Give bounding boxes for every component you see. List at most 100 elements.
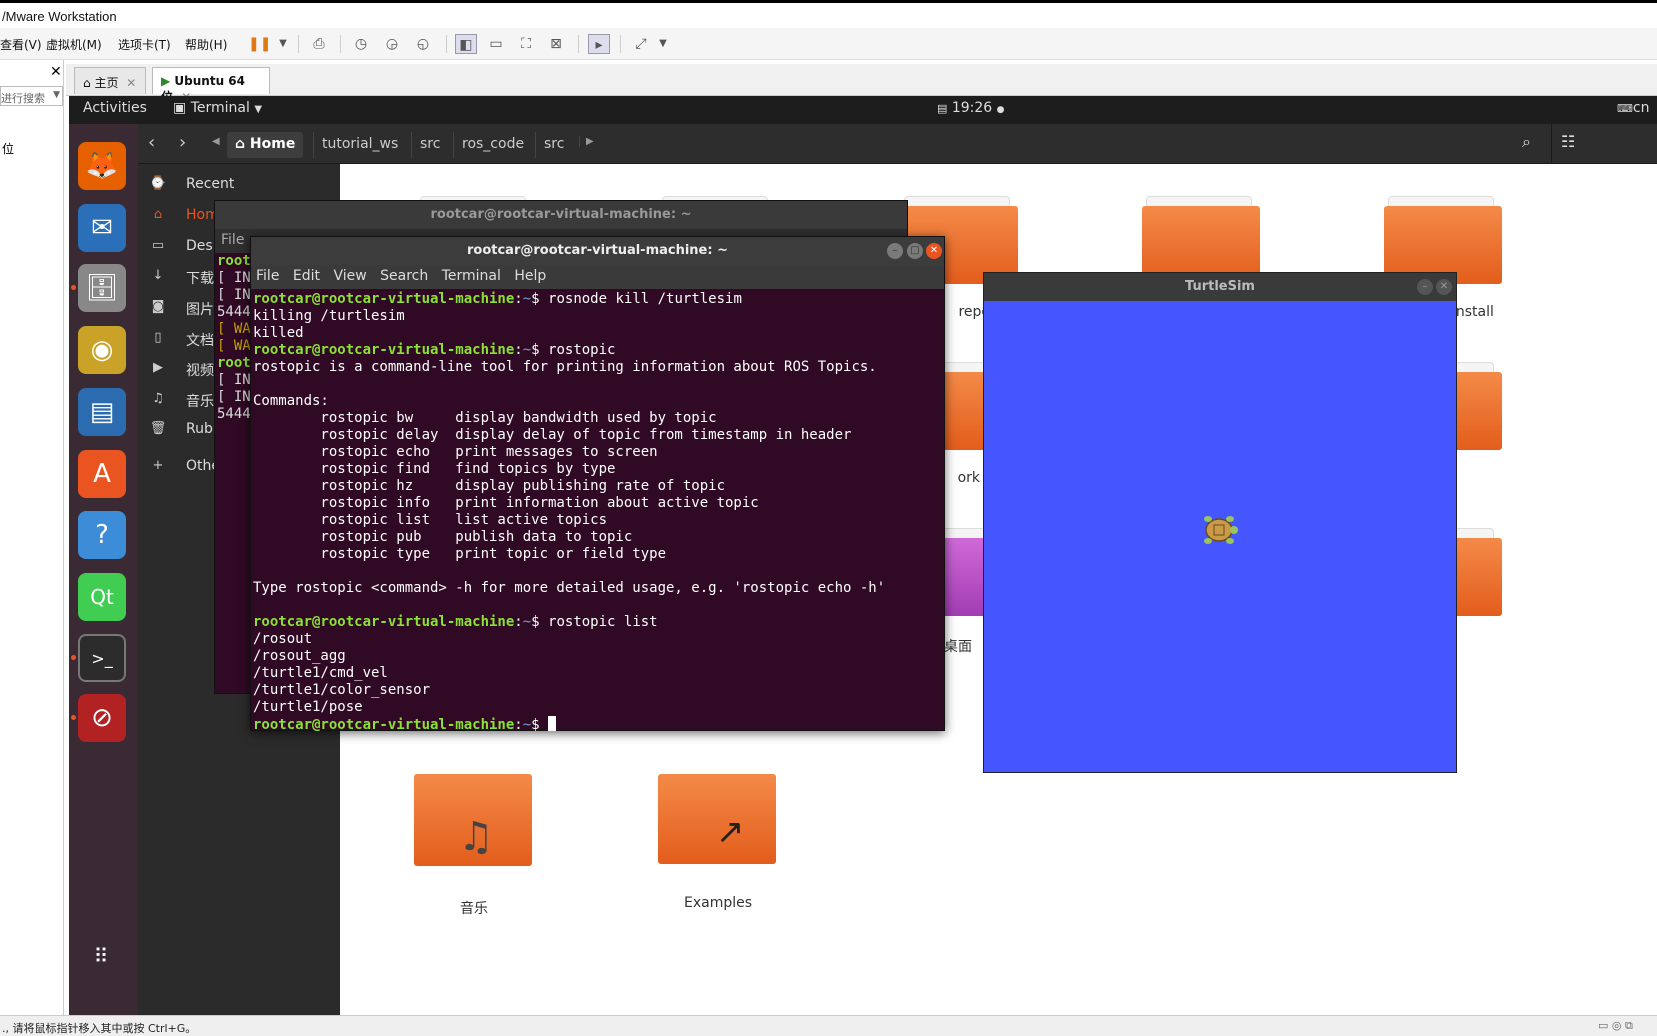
writer-icon[interactable]: ▤ <box>78 388 126 436</box>
crumb-ros-code[interactable]: ros_code <box>453 132 532 158</box>
stretch-dropdown-icon[interactable]: ▼ <box>652 34 674 54</box>
library-panel: ✕ 进行搜索 ▼ 位 <box>0 60 64 1015</box>
send-keys-icon[interactable]: ⎙ <box>308 34 330 54</box>
output-line: 5444 <box>217 304 251 320</box>
sidebar-item-label: 音乐 <box>186 394 214 410</box>
software-icon[interactable]: A <box>78 450 126 498</box>
show-applications-icon[interactable]: ⠿ <box>78 932 126 980</box>
rhythmbox-icon[interactable]: ◉ <box>78 326 126 374</box>
fullscreen-icon[interactable]: ⛶ <box>515 34 537 54</box>
crumb-home[interactable]: ⌂ Home <box>227 132 304 158</box>
menu-tabs[interactable]: 选项卡(T) <box>118 36 171 53</box>
menu-file[interactable]: File <box>256 268 279 284</box>
sidebar-item[interactable]: ⌚ Recent <box>138 170 340 200</box>
music-folder-icon[interactable]: ♫ <box>414 774 532 866</box>
output-line: Type rostopic <command> -h for more deta… <box>253 580 886 596</box>
toolbar-divider <box>340 35 341 53</box>
output-line: [ IN <box>217 372 251 388</box>
snapshot-manager-icon[interactable]: ◵ <box>412 34 434 54</box>
tab-ubuntu[interactable]: ▶ Ubuntu 64 位 ✕ <box>152 67 270 104</box>
menu-file[interactable]: File <box>221 232 244 248</box>
minimize-icon[interactable]: – <box>1417 279 1433 295</box>
dock: 🦊 ✉ 🗄 ◉ ▤ A? Qt >_ ⊘ ⠿ <box>69 124 138 1015</box>
terminal-menubar: File Edit View Search Terminal Help <box>251 265 944 289</box>
output-line: [ IN <box>217 389 251 405</box>
turtlesim-window[interactable]: TurtleSim – ✕ <box>983 272 1457 773</box>
qt-icon[interactable]: Qt <box>78 573 126 621</box>
chevron-down-icon[interactable]: ▼ <box>53 90 60 100</box>
turtlesim-titlebar: TurtleSim – ✕ <box>984 273 1456 301</box>
home-icon: ⌂ <box>83 76 91 90</box>
maximize-icon[interactable]: □ <box>907 243 923 259</box>
menu-search[interactable]: Search <box>380 268 428 284</box>
sidebar-item-icon: 🗑 <box>149 421 167 436</box>
folder-label: 音乐 <box>460 901 488 917</box>
sidebar-item-label: 视频 <box>186 363 214 379</box>
search-icon[interactable]: ⌕ <box>1522 132 1531 152</box>
topic-item: /turtle1/cmd_vel <box>253 665 388 681</box>
revert-snapshot-icon[interactable]: ◶ <box>381 34 403 54</box>
view-options-icon[interactable]: ☷ <box>1561 132 1575 151</box>
menu-edit[interactable]: Edit <box>293 268 320 284</box>
snapshot-icon[interactable]: ◷ <box>350 34 372 54</box>
folder-icon[interactable] <box>1142 196 1260 284</box>
command-row: rostopic pub publish data to topic <box>320 529 633 545</box>
terminal-window[interactable]: rootcar@rootcar-virtual-machine: ~ – □ ✕… <box>250 236 945 733</box>
device-status-icon[interactable]: ▭ ◎ ⧉ <box>1598 1019 1633 1033</box>
crumb-src-2[interactable]: src <box>535 132 572 158</box>
turtle-icon <box>1198 513 1240 551</box>
command-row: rostopic type print topic or field type <box>320 546 667 562</box>
thumbnail-view-icon[interactable]: ▭ <box>485 34 507 54</box>
close-icon[interactable]: ✕ <box>50 64 62 80</box>
crumb-scroll-right-icon[interactable]: ▶ <box>579 136 594 147</box>
files-icon[interactable]: 🗄 <box>78 264 126 312</box>
minimize-icon[interactable]: – <box>887 243 903 259</box>
thunderbird-icon[interactable]: ✉ <box>78 204 126 252</box>
menu-vm[interactable]: 虚拟机(M) <box>46 36 102 53</box>
back-icon[interactable]: ‹ <box>148 132 155 153</box>
running-indicator-icon <box>71 715 76 720</box>
command-line: rostopic <box>548 342 616 358</box>
close-icon[interactable]: ✕ <box>1436 279 1452 295</box>
app-menu[interactable]: ▣ Terminal ▼ <box>173 100 262 116</box>
clock[interactable]: ▤ 19:26 ● <box>937 100 1005 116</box>
output-line: root <box>217 253 251 269</box>
blocked-app-icon[interactable]: ⊘ <box>78 694 126 742</box>
close-icon[interactable]: ✕ <box>126 76 136 90</box>
app-menu-label: Terminal <box>190 100 250 116</box>
console-view-icon[interactable]: ▸ <box>588 34 610 54</box>
terminal-title: rootcar@rootcar-virtual-machine: ~ <box>466 243 728 258</box>
library-search-input[interactable]: 进行搜索 ▼ <box>0 86 63 106</box>
status-text: ., 请将鼠标指针移入其中或按 Ctrl+G。 <box>2 1022 197 1035</box>
terminal-icon[interactable]: >_ <box>78 634 126 682</box>
menu-terminal[interactable]: Terminal <box>442 268 501 284</box>
menu-help[interactable]: Help <box>514 268 546 284</box>
terminal-output[interactable]: rootcar@rootcar-virtual-machine:~$ rosno… <box>251 289 944 736</box>
crumb-scroll-left-icon[interactable]: ◀ <box>212 136 220 147</box>
output-line: killed <box>253 325 304 341</box>
forward-icon[interactable]: › <box>179 132 186 153</box>
library-item[interactable]: 位 <box>2 140 14 157</box>
pause-dropdown-icon[interactable]: ▼ <box>272 34 294 54</box>
folder-icon[interactable] <box>1384 196 1502 284</box>
menu-view[interactable]: 查看(V) <box>0 36 42 53</box>
keyboard-indicator[interactable]: ⌨cn <box>1617 100 1649 116</box>
menu-view[interactable]: View <box>333 268 366 284</box>
crumb-tutorial-ws[interactable]: tutorial_ws <box>313 132 406 158</box>
terminal-titlebar: rootcar@rootcar-virtual-machine: ~ – □ ✕ <box>251 237 944 265</box>
tab-home[interactable]: ⌂ 主页 ✕ <box>74 67 146 94</box>
stretch-icon[interactable]: ⤢ <box>630 34 652 54</box>
crumb-src[interactable]: src <box>411 132 448 158</box>
close-icon[interactable]: ✕ <box>926 243 942 259</box>
sidebar-item-icon: ⌂ <box>153 207 163 222</box>
firefox-icon[interactable]: 🦊 <box>78 142 126 190</box>
activities-button[interactable]: Activities <box>83 100 147 116</box>
examples-folder-icon[interactable]: ↗ <box>658 774 776 864</box>
unity-icon[interactable]: ⊠ <box>545 34 567 54</box>
library-view-icon[interactable]: ◧ <box>455 34 477 54</box>
menu-help[interactable]: 帮助(H) <box>185 36 227 53</box>
pause-icon[interactable]: ❚❚ <box>248 34 271 54</box>
help-icon[interactable]: ? <box>78 511 126 559</box>
vmware-tabbar: ⌂ 主页 ✕ ▶ Ubuntu 64 位 ✕ <box>66 64 1657 104</box>
command-table: rostopic bw display bandwidth used by to… <box>253 410 851 562</box>
